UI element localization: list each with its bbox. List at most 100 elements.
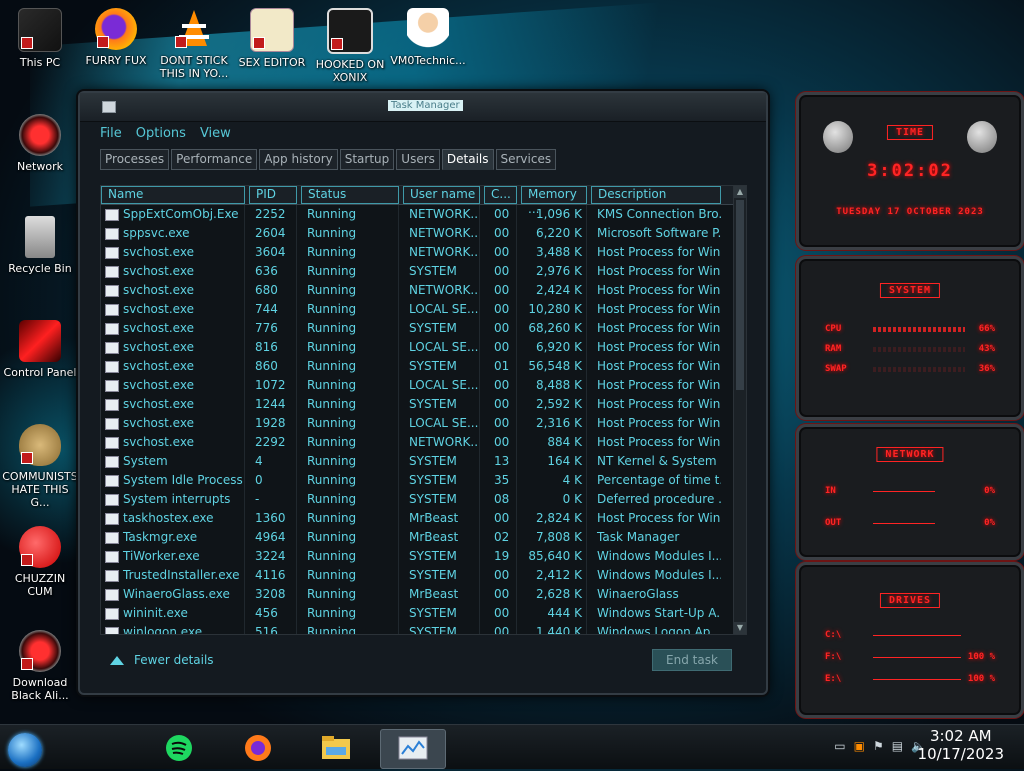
scroll-thumb[interactable] (736, 200, 744, 390)
taskbar-spotify-button[interactable] (155, 729, 203, 767)
table-row[interactable]: svchost.exe 860 Running SYSTEM 01 56,548 K Hos… (101, 357, 746, 376)
cell-pid: 1244 (249, 395, 297, 414)
network-tray-icon[interactable]: ▤ (892, 739, 903, 753)
cell-description: Host Process for Win... (597, 245, 721, 259)
desktop-icon-communists[interactable]: COMMUNISTS HATE THIS G... (2, 424, 78, 509)
cell-memory: 85,640 K (521, 547, 587, 566)
column-header-user-name[interactable]: User name (403, 186, 480, 204)
title-bar[interactable]: Task Manager (80, 93, 766, 122)
tab-performance[interactable]: Performance (171, 149, 258, 170)
cell-description: Microsoft Software P... (597, 226, 721, 240)
start-button[interactable] (8, 733, 42, 767)
tab-details[interactable]: Details (441, 149, 494, 170)
cell-memory: 2,412 K (521, 566, 587, 585)
cell-pid: 776 (249, 319, 297, 338)
table-row[interactable]: svchost.exe 1928 Running LOCAL SE... 00 2,316… (101, 414, 746, 433)
out-value: 0% (984, 518, 995, 528)
table-row[interactable]: SppExtComObj.Exe 2252 Running NETWORK... 00 1… (101, 205, 746, 224)
process-icon (105, 379, 119, 392)
cell-process-name: svchost.exe (101, 319, 245, 338)
cell-cpu: 00 (484, 338, 517, 357)
desktop-icon-vm0technic[interactable]: VM0Technic... (390, 8, 466, 67)
swap-meter: SWAP 36% (825, 363, 995, 375)
desktop-icon-dont-stick[interactable]: DONT STICK THIS IN YO... (156, 8, 232, 80)
cell-status: Running (301, 319, 399, 338)
table-row[interactable]: TrustedInstaller.exe 4116 Running SYSTEM 00 2… (101, 566, 746, 585)
desktop-icon-hooked-on-xonix[interactable]: HOOKED ON XONIX (312, 8, 388, 84)
menu-options[interactable]: Options (136, 126, 186, 141)
cell-pid: - (249, 490, 297, 509)
scroll-down-icon[interactable]: ▼ (734, 622, 746, 634)
column-header-description[interactable]: Description (591, 186, 721, 204)
table-row[interactable]: svchost.exe 816 Running LOCAL SE... 00 6,920 … (101, 338, 746, 357)
desktop-icon-label: Control Panel (3, 366, 77, 379)
scroll-up-icon[interactable]: ▲ (734, 186, 746, 198)
cell-memory: 2,824 K (521, 509, 587, 528)
desktop-icon-furry-fux[interactable]: FURRY FUX (78, 8, 154, 67)
column-header-status[interactable]: Status (301, 186, 399, 204)
desktop-icon-control-panel[interactable]: Control Panel (2, 320, 78, 379)
table-row[interactable]: System Idle Process 0 Running SYSTEM 35 4 K Pe… (101, 471, 746, 490)
tab-users[interactable]: Users (396, 149, 440, 170)
table-row[interactable]: System interrupts - Running SYSTEM 08 0 K Defe… (101, 490, 746, 509)
table-row[interactable]: svchost.exe 680 Running NETWORK... 00 2,424 K… (101, 281, 746, 300)
table-row[interactable]: svchost.exe 3604 Running NETWORK... 00 3,488 … (101, 243, 746, 262)
taskbar-firefox-button[interactable] (234, 729, 282, 767)
cell-memory: 1,096 K (521, 205, 587, 224)
column-header-name[interactable]: Name (101, 186, 245, 204)
cell-cpu: 01 (484, 357, 517, 376)
table-row[interactable]: wininit.exe 456 Running SYSTEM 00 444 K Window… (101, 604, 746, 623)
vertical-scrollbar[interactable]: ▲ ▼ (733, 186, 746, 634)
cell-pid: 4 (249, 452, 297, 471)
tab-app-history[interactable]: App history (259, 149, 338, 170)
table-row[interactable]: System 4 Running SYSTEM 13 164 K NT Kernel & S… (101, 452, 746, 471)
cell-cpu: 00 (484, 566, 517, 585)
table-row[interactable]: svchost.exe 744 Running LOCAL SE... 00 10,280… (101, 300, 746, 319)
tab-processes[interactable]: Processes (100, 149, 170, 170)
desktop-icon-this-pc[interactable]: This PC (2, 8, 78, 69)
column-header-pid[interactable]: PID (249, 186, 297, 204)
tab-services[interactable]: Services (495, 149, 557, 170)
tray-expand-icon[interactable]: ▭ (834, 739, 845, 753)
tray-app-icon[interactable]: ▣ (854, 739, 865, 753)
desktop-icon-sex-editor[interactable]: SEX EDITOR (234, 8, 310, 69)
table-row[interactable]: svchost.exe 2292 Running NETWORK... 00 884 K H… (101, 433, 746, 452)
alien-head-icon (823, 121, 853, 153)
fewer-details-button[interactable]: Fewer details (110, 653, 214, 667)
table-row[interactable]: winlogon.exe 516 Running SYSTEM 00 1,440 K Win… (101, 623, 746, 634)
column-header-cpu[interactable]: C... (484, 186, 517, 204)
end-task-button[interactable]: End task (652, 649, 732, 671)
cell-memory: 2,976 K (521, 262, 587, 281)
table-row[interactable]: taskhostex.exe 1360 Running MrBeast 00 2,824 … (101, 509, 746, 528)
drive-label: E:\ (825, 674, 842, 684)
menu-view[interactable]: View (200, 126, 231, 141)
table-row[interactable]: svchost.exe 1244 Running SYSTEM 00 2,592 K Hos… (101, 395, 746, 414)
menu-file[interactable]: File (100, 126, 122, 141)
table-row[interactable]: WinaeroGlass.exe 3208 Running MrBeast 00 2,62… (101, 585, 746, 604)
desktop-icon-download-black-alien[interactable]: Download Black Ali... (2, 630, 78, 702)
cell-description: Host Process for Win... (597, 302, 721, 316)
table-row[interactable]: svchost.exe 636 Running SYSTEM 00 2,976 K Host… (101, 262, 746, 281)
table-row[interactable]: svchost.exe 1072 Running LOCAL SE... 00 8,488… (101, 376, 746, 395)
cell-process-name: TrustedInstaller.exe (101, 566, 245, 585)
table-row[interactable]: Taskmgr.exe 4964 Running MrBeast 02 7,808 K Ta… (101, 528, 746, 547)
process-icon (105, 569, 119, 582)
desktop-icon-network[interactable]: Network (2, 114, 78, 173)
table-row[interactable]: sppsvc.exe 2604 Running NETWORK... 00 6,220 K… (101, 224, 746, 243)
desktop-icon-recycle-bin[interactable]: Recycle Bin (2, 216, 78, 275)
cell-status: Running (301, 604, 399, 623)
action-center-flag-icon[interactable]: ⚑ (873, 739, 884, 753)
cell-description: KMS Connection Bro... (597, 207, 721, 221)
cell-description: Windows Start-Up A... (597, 606, 721, 620)
tab-startup[interactable]: Startup (339, 149, 395, 170)
taskbar-file-explorer-button[interactable] (312, 729, 360, 767)
table-row[interactable]: TiWorker.exe 3224 Running SYSTEM 19 85,640 K W… (101, 547, 746, 566)
network-out-row: OUT 0% (825, 517, 995, 529)
taskbar-clock[interactable]: 3:02 AM 10/17/2023 (918, 727, 1004, 763)
table-row[interactable]: svchost.exe 776 Running SYSTEM 00 68,260 K Hos… (101, 319, 746, 338)
taskbar-task-manager-button[interactable] (380, 729, 446, 769)
process-icon (105, 246, 119, 259)
column-header-memory[interactable]: Memory ... (521, 186, 587, 216)
desktop-icon-chuzzin[interactable]: CHUZZIN CUM (2, 526, 78, 598)
cell-status: Running (301, 205, 399, 224)
